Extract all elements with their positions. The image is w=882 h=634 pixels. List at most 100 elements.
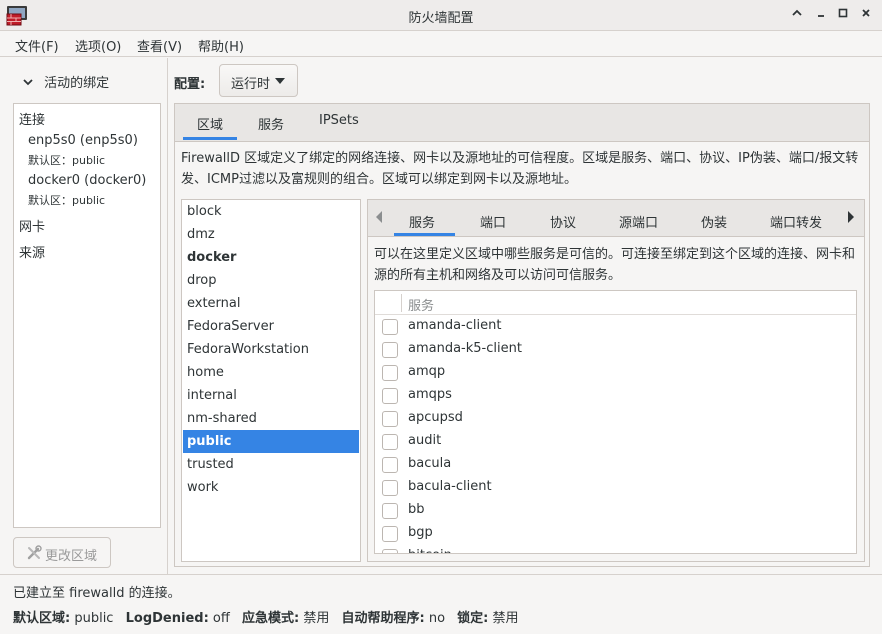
service-name: bacula [408,456,452,471]
table-row[interactable]: bacula-client [375,476,856,499]
zone-item[interactable]: home [183,361,359,384]
minimize-window-button[interactable] [812,6,830,24]
maximize-icon [838,8,848,18]
connection-enp5s0-zone: 默认区：public [28,154,106,167]
bindings-source-label[interactable]: 来源 [19,242,45,261]
service-name: amanda-k5-client [408,341,522,356]
menu-file[interactable]: 文件(F) [15,36,59,55]
change-zone-label: 更改区域 [45,549,98,564]
zone-item[interactable]: internal [183,384,359,407]
active-bindings-expander[interactable]: 活动的绑定 [22,72,109,92]
menu-help[interactable]: 帮助(H) [198,36,244,55]
table-row[interactable]: bgp [375,522,856,545]
close-window-button[interactable] [857,6,875,24]
tab-zones-indicator [183,137,237,140]
config-dropdown-value: 运行时 [231,77,271,92]
services-table-header[interactable]: 服务 [375,291,856,315]
log-denied-value: off [212,611,230,626]
table-row[interactable]: apcupsd [375,407,856,430]
maximize-window-button[interactable] [834,6,852,24]
dropdown-arrow-icon [275,78,285,84]
zone-description: FirewallD 区域定义了绑定的网络连接、网卡以及源地址的可信程度。区域是服… [181,151,859,187]
inner-tab-services-indicator [394,233,455,236]
service-checkbox[interactable] [382,388,398,404]
lockdown-label: 锁定: [457,611,489,626]
table-row[interactable]: audit [375,430,856,453]
service-name: audit [408,433,442,448]
inner-tab-protocols[interactable]: 协议 [550,212,576,231]
bindings-connections-label[interactable]: 连接 [19,109,45,128]
service-checkbox[interactable] [382,526,398,542]
zone-item[interactable]: trusted [183,453,359,476]
service-name: amqps [408,387,452,402]
services-column-header: 服务 [408,299,435,314]
close-icon [862,9,870,17]
zone-item[interactable]: drop [183,269,359,292]
zone-item[interactable]: dmz [183,223,359,246]
service-checkbox[interactable] [382,434,398,450]
services-table: 服务 amanda-client amanda-k5-client amqp a… [374,290,857,554]
menu-bar [0,31,882,57]
default-zone-value: public [74,611,114,626]
tab-services[interactable]: 服务 [258,114,284,133]
inner-tab-ports[interactable]: 端口 [480,212,506,231]
menu-view[interactable]: 查看(V) [137,36,182,55]
inner-tab-port-forwarding[interactable]: 端口转发 [770,212,822,231]
config-dropdown[interactable]: 运行时 [219,64,298,97]
table-row[interactable]: amqp [375,361,856,384]
table-row[interactable]: amanda-k5-client [375,338,856,361]
zone-item[interactable]: work [183,476,359,499]
connection-docker0[interactable]: docker0 (docker0) [28,173,146,188]
table-row[interactable]: amanda-client [375,315,856,338]
auto-helper-value: no [428,611,446,626]
tab-zones[interactable]: 区域 [197,114,223,133]
change-zone-button[interactable]: 更改区域 [13,537,111,568]
inner-tab-source-ports[interactable]: 源端口 [619,212,658,231]
bindings-list: 连接 enp5s0 (enp5s0) 默认区：public docker0 (d… [13,103,161,528]
connection-status: 已建立至 firewalld 的连接。 [13,586,181,601]
zone-item[interactable]: nm-shared [183,407,359,430]
minimize-icon [818,15,824,17]
zone-item[interactable]: external [183,292,359,315]
active-bindings-label: 活动的绑定 [44,76,110,91]
zone-item[interactable]: FedoraWorkstation [183,338,359,361]
bindings-nic-label[interactable]: 网卡 [19,216,45,235]
config-label: 配置: [174,77,206,92]
pane-separator[interactable] [167,58,168,574]
zone-item[interactable]: docker [183,246,359,269]
zone-list: block dmz docker drop external FedoraSer… [181,199,361,562]
log-denied-label: LogDenied: [125,611,209,626]
service-checkbox[interactable] [382,365,398,381]
menu-options[interactable]: 选项(O) [75,36,121,55]
zone-item[interactable]: FedoraServer [183,315,359,338]
service-checkbox[interactable] [382,549,398,553]
connection-enp5s0[interactable]: enp5s0 (enp5s0) [28,133,138,148]
service-checkbox[interactable] [382,480,398,496]
service-checkbox[interactable] [382,457,398,473]
table-row[interactable]: amqps [375,384,856,407]
connection-docker0-zone: 默认区：public [28,194,106,207]
lockdown-value: 禁用 [492,611,519,626]
status-separator [0,574,882,575]
service-checkbox[interactable] [382,342,398,358]
table-row[interactable]: bitcoin [375,545,856,553]
chevron-down-icon [23,78,33,85]
status-summary: 默认区域: public LogDenied: off 应急模式: 禁用 自动帮… [13,607,527,626]
inner-tab-services[interactable]: 服务 [409,212,435,231]
collapse-window-button[interactable] [788,6,806,24]
table-row[interactable]: bb [375,499,856,522]
service-checkbox[interactable] [382,319,398,335]
service-name: amqp [408,364,446,379]
tab-ipsets[interactable]: IPSets [319,113,359,128]
tools-icon [27,545,42,560]
tab-scroll-right-icon[interactable] [848,211,854,223]
zone-item-selected[interactable]: public [183,430,359,453]
zone-item[interactable]: block [183,200,359,223]
table-row[interactable]: bacula [375,453,856,476]
service-name: amanda-client [408,318,502,333]
service-checkbox[interactable] [382,411,398,427]
tab-scroll-left-icon[interactable] [376,211,382,223]
service-name: bacula-client [408,479,492,494]
inner-tab-masquerade[interactable]: 伪装 [701,212,727,231]
service-checkbox[interactable] [382,503,398,519]
